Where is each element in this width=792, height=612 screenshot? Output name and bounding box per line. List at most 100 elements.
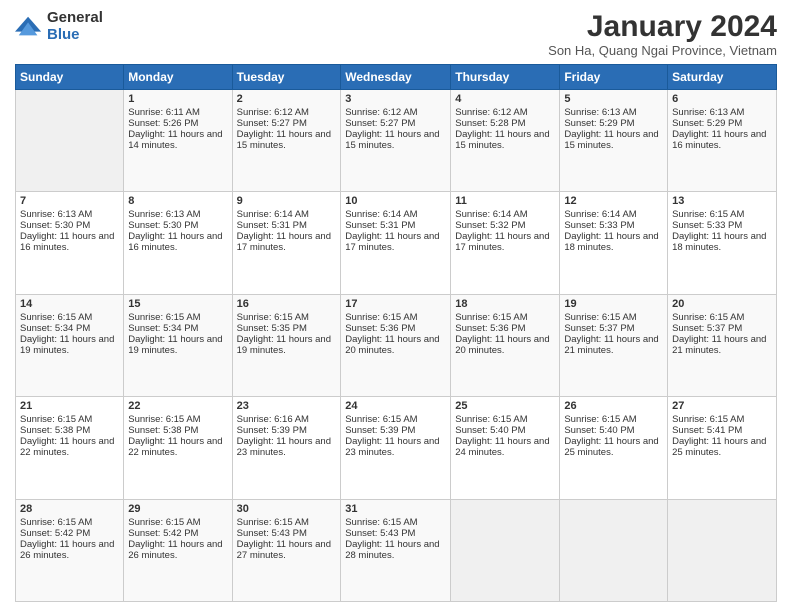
daylight-text: Daylight: 11 hours and 14 minutes.	[128, 129, 222, 151]
logo-text: General Blue	[47, 10, 103, 43]
daylight-text: Daylight: 11 hours and 25 minutes.	[672, 436, 766, 458]
daylight-text: Daylight: 11 hours and 17 minutes.	[237, 231, 331, 253]
day-number: 9	[237, 195, 337, 207]
table-row: 12Sunrise: 6:14 AMSunset: 5:33 PMDayligh…	[560, 192, 668, 294]
sunset-text: Sunset: 5:40 PM	[564, 425, 634, 436]
day-number: 28	[20, 503, 119, 515]
sunset-text: Sunset: 5:28 PM	[455, 118, 525, 129]
sunrise-text: Sunrise: 6:11 AM	[128, 107, 200, 118]
daylight-text: Daylight: 11 hours and 22 minutes.	[128, 436, 222, 458]
sunset-text: Sunset: 5:42 PM	[128, 528, 198, 539]
sunrise-text: Sunrise: 6:15 AM	[128, 312, 200, 323]
header-sunday: Sunday	[16, 65, 124, 90]
sunset-text: Sunset: 5:35 PM	[237, 323, 307, 334]
day-number: 29	[128, 503, 227, 515]
sunset-text: Sunset: 5:34 PM	[20, 323, 90, 334]
sunset-text: Sunset: 5:29 PM	[564, 118, 634, 129]
sunrise-text: Sunrise: 6:13 AM	[564, 107, 636, 118]
table-row: 6Sunrise: 6:13 AMSunset: 5:29 PMDaylight…	[668, 90, 777, 192]
daylight-text: Daylight: 11 hours and 16 minutes.	[128, 231, 222, 253]
daylight-text: Daylight: 11 hours and 15 minutes.	[345, 129, 439, 151]
sunset-text: Sunset: 5:26 PM	[128, 118, 198, 129]
sunrise-text: Sunrise: 6:15 AM	[455, 414, 527, 425]
daylight-text: Daylight: 11 hours and 20 minutes.	[455, 334, 549, 356]
logo-icon	[15, 13, 43, 41]
sunrise-text: Sunrise: 6:13 AM	[20, 209, 92, 220]
sunrise-text: Sunrise: 6:15 AM	[455, 312, 527, 323]
sunset-text: Sunset: 5:27 PM	[345, 118, 415, 129]
table-row	[668, 499, 777, 601]
logo-general-text: General	[47, 10, 103, 27]
sunrise-text: Sunrise: 6:13 AM	[128, 209, 200, 220]
table-row: 4Sunrise: 6:12 AMSunset: 5:28 PMDaylight…	[451, 90, 560, 192]
table-row: 22Sunrise: 6:15 AMSunset: 5:38 PMDayligh…	[124, 397, 232, 499]
daylight-text: Daylight: 11 hours and 26 minutes.	[20, 539, 114, 561]
logo-blue-text: Blue	[47, 27, 103, 44]
daylight-text: Daylight: 11 hours and 24 minutes.	[455, 436, 549, 458]
sunset-text: Sunset: 5:34 PM	[128, 323, 198, 334]
sunrise-text: Sunrise: 6:15 AM	[564, 414, 636, 425]
sunrise-text: Sunrise: 6:12 AM	[455, 107, 527, 118]
daylight-text: Daylight: 11 hours and 16 minutes.	[20, 231, 114, 253]
daylight-text: Daylight: 11 hours and 28 minutes.	[345, 539, 439, 561]
daylight-text: Daylight: 11 hours and 21 minutes.	[564, 334, 658, 356]
day-number: 25	[455, 400, 555, 412]
sunrise-text: Sunrise: 6:15 AM	[20, 312, 92, 323]
day-number: 6	[672, 93, 772, 105]
daylight-text: Daylight: 11 hours and 15 minutes.	[237, 129, 331, 151]
header-monday: Monday	[124, 65, 232, 90]
sunrise-text: Sunrise: 6:15 AM	[20, 414, 92, 425]
daylight-text: Daylight: 11 hours and 17 minutes.	[455, 231, 549, 253]
title-block: January 2024 Son Ha, Quang Ngai Province…	[548, 10, 777, 58]
daylight-text: Daylight: 11 hours and 22 minutes.	[20, 436, 114, 458]
sunset-text: Sunset: 5:41 PM	[672, 425, 742, 436]
day-number: 8	[128, 195, 227, 207]
table-row: 7 Sunrise: 6:13 AMSunset: 5:30 PMDaylight…	[16, 192, 124, 294]
sunrise-text: Sunrise: 6:15 AM	[128, 414, 200, 425]
day-number: 23	[237, 400, 337, 412]
table-row: 29Sunrise: 6:15 AMSunset: 5:42 PMDayligh…	[124, 499, 232, 601]
sunset-text: Sunset: 5:42 PM	[20, 528, 90, 539]
day-number: 14	[20, 298, 119, 310]
day-number: 30	[237, 503, 337, 515]
table-row: 30Sunrise: 6:15 AMSunset: 5:43 PMDayligh…	[232, 499, 341, 601]
sunrise-text: Sunrise: 6:15 AM	[237, 517, 309, 528]
table-row: 24Sunrise: 6:15 AMSunset: 5:39 PMDayligh…	[341, 397, 451, 499]
sunset-text: Sunset: 5:30 PM	[128, 220, 198, 231]
day-number: 24	[345, 400, 446, 412]
day-number: 4	[455, 93, 555, 105]
table-row: 8 Sunrise: 6:13 AMSunset: 5:30 PMDaylight…	[124, 192, 232, 294]
daylight-text: Daylight: 11 hours and 18 minutes.	[564, 231, 658, 253]
sunset-text: Sunset: 5:33 PM	[672, 220, 742, 231]
daylight-text: Daylight: 11 hours and 23 minutes.	[237, 436, 331, 458]
week-row-4: 21Sunrise: 6:15 AMSunset: 5:38 PMDayligh…	[16, 397, 777, 499]
sunset-text: Sunset: 5:39 PM	[237, 425, 307, 436]
sunrise-text: Sunrise: 6:15 AM	[20, 517, 92, 528]
header-tuesday: Tuesday	[232, 65, 341, 90]
daylight-text: Daylight: 11 hours and 27 minutes.	[237, 539, 331, 561]
table-row: 27Sunrise: 6:15 AMSunset: 5:41 PMDayligh…	[668, 397, 777, 499]
sunset-text: Sunset: 5:30 PM	[20, 220, 90, 231]
sunset-text: Sunset: 5:43 PM	[345, 528, 415, 539]
sunset-text: Sunset: 5:27 PM	[237, 118, 307, 129]
day-number: 13	[672, 195, 772, 207]
sunset-text: Sunset: 5:38 PM	[128, 425, 198, 436]
daylight-text: Daylight: 11 hours and 19 minutes.	[128, 334, 222, 356]
header-friday: Friday	[560, 65, 668, 90]
day-number: 27	[672, 400, 772, 412]
sunset-text: Sunset: 5:38 PM	[20, 425, 90, 436]
daylight-text: Daylight: 11 hours and 20 minutes.	[345, 334, 439, 356]
calendar-title: January 2024	[548, 10, 777, 43]
day-number: 7	[20, 195, 119, 207]
sunset-text: Sunset: 5:31 PM	[237, 220, 307, 231]
sunset-text: Sunset: 5:40 PM	[455, 425, 525, 436]
sunset-text: Sunset: 5:33 PM	[564, 220, 634, 231]
table-row	[451, 499, 560, 601]
calendar-location: Son Ha, Quang Ngai Province, Vietnam	[548, 43, 777, 58]
table-row: 1Sunrise: 6:11 AMSunset: 5:26 PMDaylight…	[124, 90, 232, 192]
header-thursday: Thursday	[451, 65, 560, 90]
table-row: 25 Sunrise: 6:15 AMSunset: 5:40 PMDayligh…	[451, 397, 560, 499]
header-saturday: Saturday	[668, 65, 777, 90]
sunrise-text: Sunrise: 6:14 AM	[564, 209, 636, 220]
daylight-text: Daylight: 11 hours and 19 minutes.	[20, 334, 114, 356]
